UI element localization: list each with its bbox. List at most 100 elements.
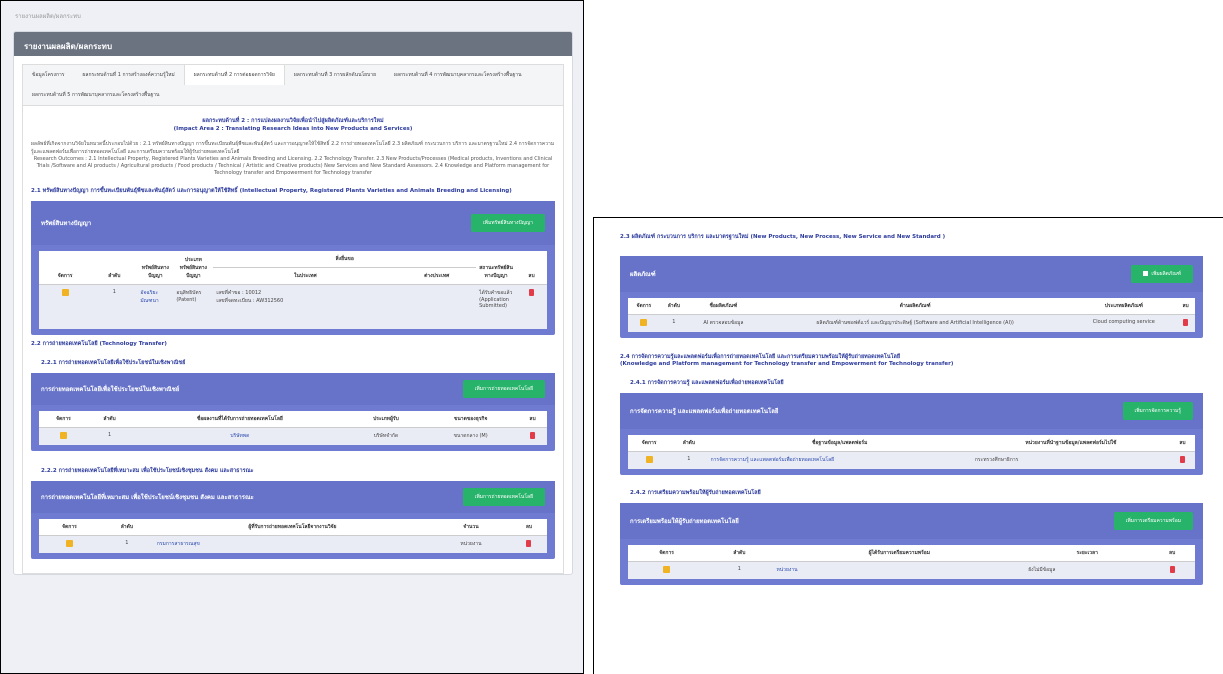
edit-icon[interactable] xyxy=(61,289,69,297)
edit-icon[interactable] xyxy=(645,456,653,464)
row-work-name[interactable]: บริษัทพด xyxy=(131,427,349,445)
row-no: 1 xyxy=(91,284,138,329)
row-status: ได้รับคำขอแล้ว (Application Submitted) xyxy=(476,284,517,329)
add-empowerment-button[interactable]: เพิ่มการเตรียมความพร้อม xyxy=(1113,512,1193,531)
row-period: ยังไม่มีข้อมูล xyxy=(1025,561,1150,580)
tab-impact-1[interactable]: ผลกระทบด้านที่ 1 การสร้างองค์ความรู้ใหม่ xyxy=(73,65,183,85)
impact-desc-th: ผลลัพธ์ที่เกิดจากงานวิจัยในหมวดนี้ประกอบ… xyxy=(31,141,555,155)
tab-content: ผลกระทบด้านที่ 2 : การแปลงผลงานวิจัยเพื่… xyxy=(22,106,564,574)
section-2-1-heading: 2.1 ทรัพย์สินทางปัญญา การขึ้นทะเบียนพันธ… xyxy=(31,187,512,194)
plus-icon xyxy=(1143,270,1149,276)
section-2-4-1-heading: 2.4.1 การจัดการความรู้ และแพลตฟอร์มเพื่อ… xyxy=(630,380,784,387)
add-commercial-transfer-button[interactable]: เพิ่มการถ่ายทอดเทคโนโลยี xyxy=(462,379,545,398)
product-panel-title: ผลิตภัณฑ์ xyxy=(630,270,656,278)
edit-icon[interactable] xyxy=(640,318,648,326)
row-request-no: เลขที่คำขอ : 10012 xyxy=(216,290,262,297)
edit-icon[interactable] xyxy=(663,566,671,574)
col-delete: ลบ xyxy=(510,518,547,536)
section-2-3-heading: 2.3 ผลิตภัณฑ์ กระบวนการ บริการ และมาตรฐา… xyxy=(620,234,946,240)
trash-icon[interactable] xyxy=(1179,456,1185,464)
commercial-transfer-title: การถ่ายทอดเทคโนโลยีเพื่อใช้ประโยชน์ในเชิ… xyxy=(41,385,180,393)
edit-icon[interactable] xyxy=(59,431,67,439)
tab-impact-3[interactable]: ผลกระทบด้านที่ 3 การผลักดันนโยบาย xyxy=(285,65,385,85)
tab-impact-2[interactable]: ผลกระทบด้านที่ 2 การต่อยอดการวิจัย xyxy=(183,65,285,85)
col-delete: ลบ xyxy=(1149,545,1195,563)
row-count: หน่วยงาน xyxy=(431,535,511,553)
trash-icon[interactable] xyxy=(1183,318,1189,326)
add-ip-button[interactable]: เพิ่มทรัพย์สินทางปัญญา xyxy=(470,214,545,233)
col-receiver-type: ประเภทผู้รับ xyxy=(348,410,424,428)
community-transfer-title: การถ่ายทอดเทคโนโลยีที่เหมาะสม เพื่อใช้ปร… xyxy=(41,493,254,501)
col-ip-type: ประเภททรัพย์สินทางปัญญา xyxy=(173,251,214,286)
table-row: 1 AI ตรวจสอบข้อมูล ผลิตภัณฑ์ด้านซอฟต์แวร… xyxy=(628,314,1195,332)
col-delete: ลบ xyxy=(1169,435,1195,453)
report-card: รายงานผลผลิต/ผลกระทบ ข้อมูลโครงการ ผลกระ… xyxy=(13,31,573,575)
row-no: 1 xyxy=(659,314,688,332)
row-business-size: ขนาดกลาง (M) xyxy=(423,427,518,445)
row-receiver-type: บริษัทจำกัด xyxy=(348,427,424,445)
row-ip-name[interactable]: อัจฉริยะ มัณฑนา xyxy=(137,284,174,329)
table-row: 1 กรมการสาธารณสุข หน่วยงาน xyxy=(39,535,547,553)
table-row: 1 หน่วยงาน ยังไม่มีข้อมูล xyxy=(628,561,1195,580)
col-product-area: ด้านผลิตภัณฑ์ xyxy=(758,297,1072,315)
add-knowledge-button[interactable]: เพิ่มการจัดการความรู้ xyxy=(1122,402,1193,421)
breadcrumb[interactable]: รายงานผลผลิต/ผลกระทบ xyxy=(15,11,573,21)
community-transfer-table: จัดการ ลำดับ ผู้ที่รับการถ่ายทอดเทคโนโลย… xyxy=(39,518,547,553)
edit-icon[interactable] xyxy=(65,539,73,547)
row-product-name[interactable]: AI ตรวจสอบข้อมูล xyxy=(687,314,759,332)
col-status: สถานะทรัพย์สินทางปัญญา xyxy=(476,251,517,286)
row-foreign xyxy=(397,284,477,329)
row-receiver-name[interactable]: กรมการสาธารณสุข xyxy=(153,535,432,553)
row-domestic: เลขที่คำขอ : 10012 เลขที่จดทะเบียน : AW3… xyxy=(213,284,398,329)
col-platform-name: ชื่อฐานข้อมูล/แพลตฟอร์ม xyxy=(707,435,972,453)
product-panel: ผลิตภัณฑ์ เพิ่มผลิตภัณฑ์ จัดการ ลำดับ ชื… xyxy=(620,255,1203,338)
tab-project-info[interactable]: ข้อมูลโครงการ xyxy=(23,65,73,85)
col-receiver: ผู้ได้รับการเตรียมความพร้อม xyxy=(773,545,1026,563)
section-2-2-2-heading: 2.2.2 การถ่ายทอดเทคโนโลยีที่เหมาะสม เพื่… xyxy=(41,467,254,474)
right-screenshot: 2.3 ผลิตภัณฑ์ กระบวนการ บริการ และมาตรฐา… xyxy=(593,217,1223,674)
row-platform-name[interactable]: การจัดการความรู้ และแพลตฟอร์มเพื่อถ่ายทอ… xyxy=(707,451,972,470)
col-work-name: ชื่อผลงานที่ได้รับการถ่ายทอดเทคโนโลยี xyxy=(131,410,349,428)
add-product-button[interactable]: เพิ่มผลิตภัณฑ์ xyxy=(1131,264,1193,283)
row-product-area: ผลิตภัณฑ์ด้านซอฟต์แวร์ และปัญญาประดิษฐ์ … xyxy=(758,314,1072,332)
empowerment-panel: การเตรียมพร้อมให้ผู้รับถ่ายทอดเทคโนโลยี … xyxy=(620,503,1203,586)
impact-description: ผลลัพธ์ที่เกิดจากงานวิจัยในหมวดนี้ประกอบ… xyxy=(31,141,555,177)
section-2-4-heading-en: (Knowledge and Platform management for T… xyxy=(620,361,954,368)
community-transfer-panel: การถ่ายทอดเทคโนโลยีที่เหมาะสม เพื่อใช้ปร… xyxy=(31,480,555,559)
trash-icon[interactable] xyxy=(529,289,535,297)
add-community-transfer-button[interactable]: เพิ่มการถ่ายทอดเทคโนโลยี xyxy=(462,487,545,506)
table-row: 1 อัจฉริยะ มัณฑนา อนุสิทธิบัตร (Patent) … xyxy=(39,284,547,329)
empowerment-panel-title: การเตรียมพร้อมให้ผู้รับถ่ายทอดเทคโนโลยี xyxy=(630,518,739,526)
col-manage: จัดการ xyxy=(39,518,100,536)
col-no: ลำดับ xyxy=(659,297,688,315)
ip-panel-title: ทรัพย์สินทางปัญญา xyxy=(41,220,92,228)
col-manage: จัดการ xyxy=(628,297,660,315)
col-delete: ลบ xyxy=(518,410,547,428)
row-receiver-name[interactable]: หน่วยงาน xyxy=(773,561,1026,580)
impact-title: ผลกระทบด้านที่ 2 : การแปลงผลงานวิจัยเพื่… xyxy=(31,118,555,133)
tab-impact-5[interactable]: ผลกระทบด้านที่ 5 การพัฒนาบุคลากรและโครงส… xyxy=(23,85,168,105)
col-foreign: ต่างประเทศ xyxy=(397,267,477,286)
col-ip: ทรัพย์สินทางปัญญา xyxy=(137,251,174,286)
trash-icon[interactable] xyxy=(1169,566,1175,574)
row-registration-no: เลขที่จดทะเบียน : AW312560 xyxy=(216,298,284,305)
row-no: 1 xyxy=(99,535,154,553)
row-no: 1 xyxy=(705,561,774,580)
row-no: 1 xyxy=(87,427,132,445)
col-manage: จัดการ xyxy=(39,410,88,428)
commercial-transfer-panel: การถ่ายทอดเทคโนโลยีเพื่อใช้ประโยชน์ในเชิ… xyxy=(31,372,555,451)
card-title: รายงานผลผลิต/ผลกระทบ xyxy=(14,32,572,56)
col-platform-agency: หน่วยงานที่นำฐานข้อมูล/แพลตฟอร์มไปใช้ xyxy=(971,435,1170,453)
col-period: ระยะเวลา xyxy=(1025,545,1150,563)
section-2-4-2-heading: 2.4.2 การเตรียมความพร้อมให้ผู้รับถ่ายทอด… xyxy=(630,490,761,497)
ip-panel: ทรัพย์สินทางปัญญา เพิ่มทรัพย์สินทางปัญญา… xyxy=(31,201,555,335)
section-2-2-1-heading: 2.2.1 การถ่ายทอดเทคโนโลยีเพื่อใช้ประโยชน… xyxy=(41,359,186,366)
trash-icon[interactable] xyxy=(526,539,532,547)
col-no: ลำดับ xyxy=(670,435,708,453)
commercial-transfer-table: จัดการ ลำดับ ชื่อผลงานที่ได้รับการถ่ายทอ… xyxy=(39,410,547,445)
tab-impact-4[interactable]: ผลกระทบด้านที่ 4 การพัฒนาบุคลากรและโครงส… xyxy=(385,65,530,85)
trash-icon[interactable] xyxy=(530,431,535,439)
col-receiver: ผู้ที่รับการถ่ายทอดเทคโนโลยีจากงานวิจัย xyxy=(153,518,432,536)
table-row: 1 การจัดการความรู้ และแพลตฟอร์มเพื่อถ่าย… xyxy=(628,451,1195,470)
tab-bar: ข้อมูลโครงการ ผลกระทบด้านที่ 1 การสร้างอ… xyxy=(22,64,564,106)
